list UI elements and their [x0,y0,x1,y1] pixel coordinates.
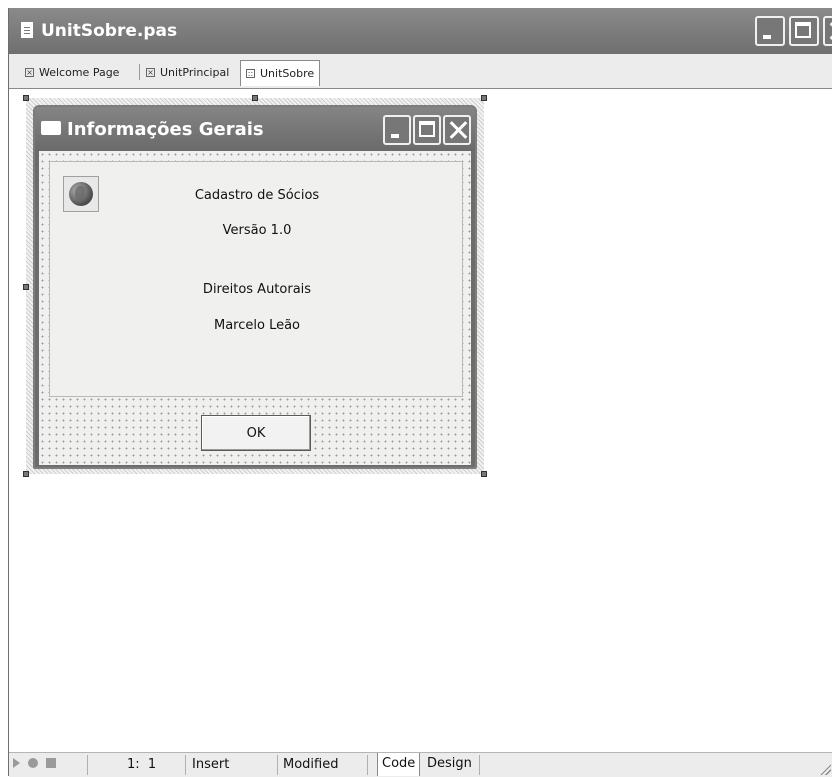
form-designer[interactable]: Informações Gerais Cadastro de Sócios Ve… [9,89,832,752]
resize-handle-bottom-right[interactable] [481,471,487,477]
editor-tabbar: × Welcome Page × UnitPrincipal :: UnitSo… [9,54,832,89]
document-icon [21,22,33,38]
close-button[interactable] [823,16,832,46]
resize-grip-icon[interactable] [819,763,831,775]
close-tab-icon[interactable]: × [146,67,155,77]
form-tab-icon: :: [246,69,255,78]
globe-icon[interactable] [63,176,99,212]
resize-handle-top[interactable] [252,95,258,101]
record-icon[interactable] [28,758,38,768]
product-label[interactable]: Cadastro de Sócios [195,188,319,203]
tab-unitprincipal[interactable]: × UnitPrincipal [146,62,229,82]
about-form[interactable]: Informações Gerais Cadastro de Sócios Ve… [33,105,477,469]
window-icon [41,121,61,135]
tab-code[interactable]: Code [377,753,421,776]
form-titlebar[interactable]: Informações Gerais [35,107,475,151]
ide-editor-window: UnitSobre.pas × Welcome Page × UnitPrinc… [8,8,832,777]
status-separator [87,755,88,775]
tab-label: UnitSobre [260,67,315,80]
resize-handle-left[interactable] [23,284,29,290]
play-icon[interactable] [13,758,20,768]
tab-label: Welcome Page [39,65,120,79]
stop-icon[interactable] [46,758,56,768]
minimize-button[interactable] [755,16,785,46]
status-separator [367,755,368,775]
editor-title: UnitSobre.pas [41,21,178,41]
tab-design[interactable]: Design [423,753,476,776]
form-title: Informações Gerais [67,119,264,140]
form-close-button[interactable] [443,115,471,145]
resize-handle-top-left[interactable] [23,95,29,101]
tab-unitsobre[interactable]: :: UnitSobre [240,60,321,86]
cursor-position: 1: 1 [127,757,157,772]
status-separator [277,755,278,775]
form-minimize-button[interactable] [383,115,411,145]
insert-mode: Insert [192,757,230,772]
status-separator [185,755,186,775]
resize-handle-bottom-left[interactable] [23,471,29,477]
resize-handle-top-right[interactable] [481,95,487,101]
tab-separator [139,64,140,80]
tab-label: UnitPrincipal [160,65,230,79]
status-bar: 1: 1 Insert Modified Code Design [9,752,832,777]
modified-status: Modified [283,757,339,772]
tab-welcome-page[interactable]: × Welcome Page [25,62,119,82]
form-maximize-button[interactable] [413,115,441,145]
version-label[interactable]: Versão 1.0 [223,223,292,238]
ok-button[interactable]: OK [201,415,311,451]
author-label[interactable]: Marcelo Leão [214,318,300,333]
editor-titlebar[interactable]: UnitSobre.pas [9,8,832,54]
info-panel[interactable]: Cadastro de Sócios Versão 1.0 Direitos A… [49,161,463,397]
close-tab-icon[interactable]: × [25,67,34,77]
copyright-label[interactable]: Direitos Autorais [203,282,311,297]
status-separator [479,755,480,775]
maximize-button[interactable] [789,16,819,46]
form-client-area[interactable]: Cadastro de Sócios Versão 1.0 Direitos A… [39,151,471,465]
